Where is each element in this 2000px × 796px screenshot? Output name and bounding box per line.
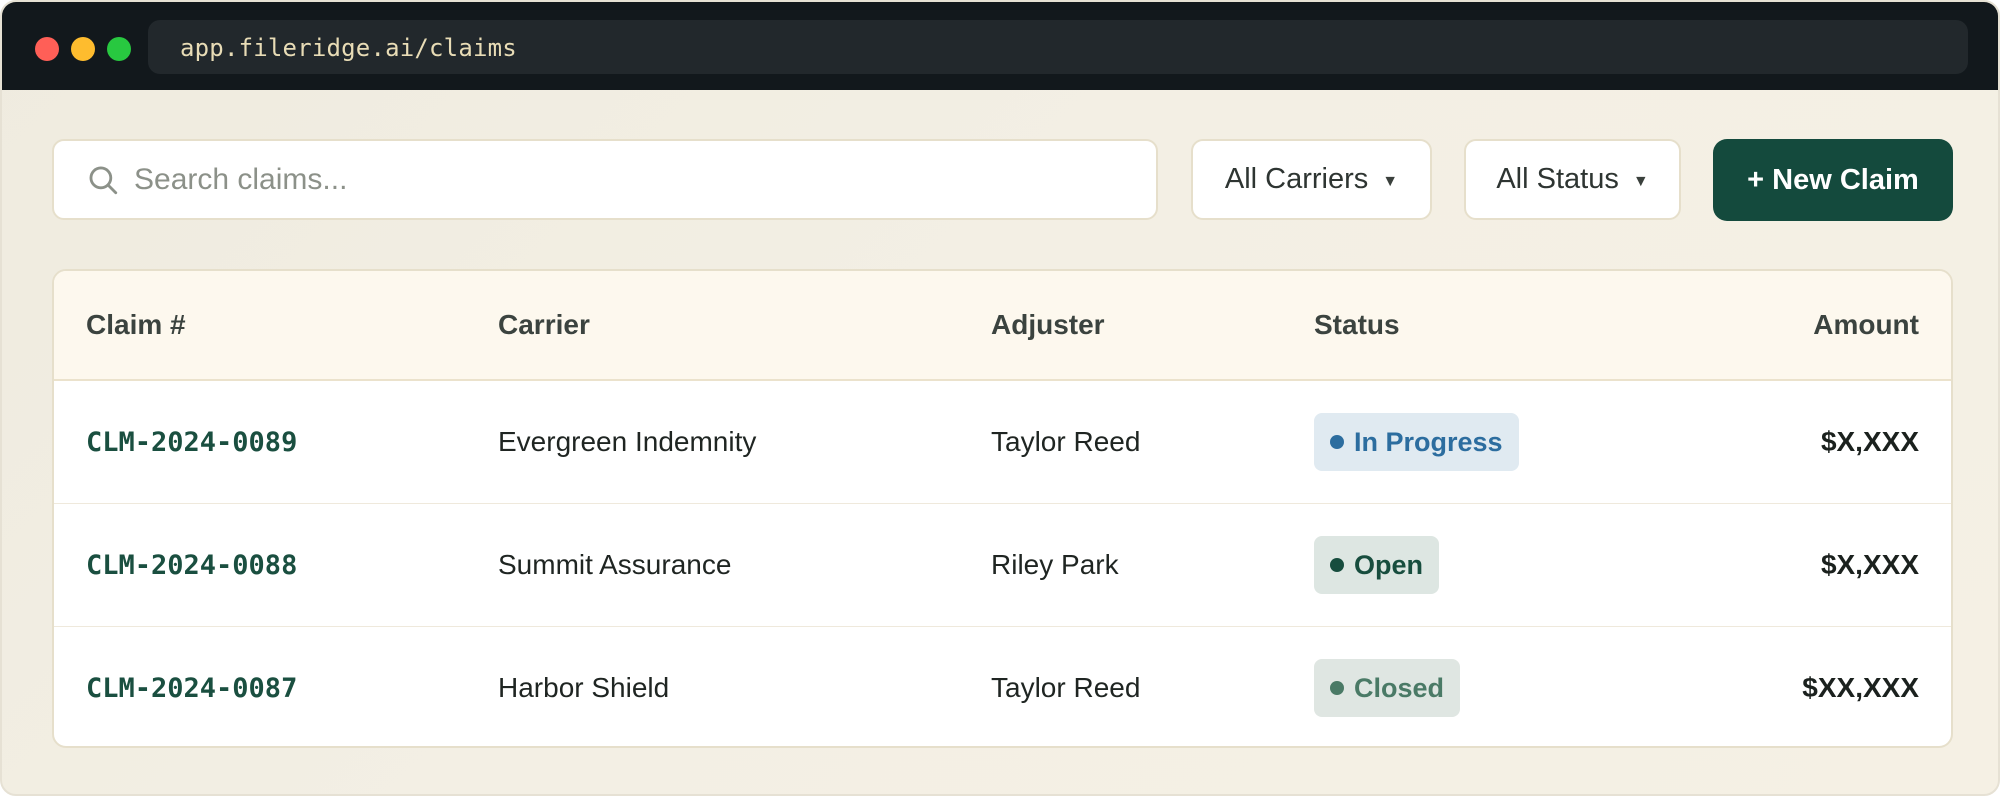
search-box[interactable] — [52, 139, 1158, 220]
status-filter-dropdown[interactable]: All Status ▼ — [1464, 139, 1681, 220]
status-badge-label: Open — [1354, 549, 1424, 580]
status-badge-label: In Progress — [1354, 426, 1503, 457]
close-window-button[interactable] — [35, 37, 59, 61]
column-header-adjuster[interactable]: Adjuster — [991, 309, 1105, 341]
carrier-cell: Evergreen Indemnity — [498, 426, 757, 457]
claim-number-link[interactable]: CLM-2024-0087 — [86, 673, 297, 704]
address-bar[interactable]: app.fileridge.ai/claims — [148, 20, 1968, 74]
browser-window: app.fileridge.ai/claims All Carriers ▼ A… — [0, 0, 2000, 796]
minimize-window-button[interactable] — [71, 37, 95, 61]
table-row[interactable]: CLM-2024-0088 Summit Assurance Riley Par… — [54, 504, 1951, 627]
status-badge: In Progress — [1314, 413, 1519, 471]
status-badge: Closed — [1314, 659, 1461, 717]
claims-table: Claim # Carrier Adjuster Status Amount C… — [52, 269, 1953, 748]
amount-cell: $XX,XXX — [1802, 672, 1919, 703]
carrier-cell: Harbor Shield — [498, 672, 670, 703]
chevron-down-icon: ▼ — [1382, 172, 1399, 190]
adjuster-cell: Taylor Reed — [991, 426, 1141, 457]
column-header-amount[interactable]: Amount — [1813, 309, 1919, 341]
claim-number-link[interactable]: CLM-2024-0088 — [86, 550, 297, 581]
column-header-status[interactable]: Status — [1314, 309, 1400, 341]
status-dot-icon — [1330, 435, 1344, 449]
status-dot-icon — [1330, 681, 1344, 695]
status-dot-icon — [1330, 558, 1344, 572]
status-badge-label: Closed — [1354, 672, 1445, 703]
carrier-filter-label: All Carriers — [1224, 163, 1369, 195]
table-row[interactable]: CLM-2024-0089 Evergreen Indemnity Taylor… — [54, 381, 1951, 504]
browser-titlebar: app.fileridge.ai/claims — [2, 2, 1998, 90]
carrier-cell: Summit Assurance — [498, 549, 732, 580]
maximize-window-button[interactable] — [107, 37, 131, 61]
search-icon — [89, 166, 118, 195]
table-row[interactable]: CLM-2024-0087 Harbor Shield Taylor Reed … — [54, 627, 1951, 746]
status-filter-label: All Status — [1496, 163, 1619, 195]
adjuster-cell: Taylor Reed — [991, 672, 1141, 703]
amount-cell: $X,XXX — [1820, 549, 1919, 580]
adjuster-cell: Riley Park — [991, 549, 1119, 580]
table-header: Claim # Carrier Adjuster Status Amount — [54, 271, 1951, 381]
column-header-carrier[interactable]: Carrier — [498, 309, 590, 341]
status-badge: Open — [1314, 536, 1440, 594]
url-text: app.fileridge.ai/claims — [180, 34, 517, 62]
search-input[interactable] — [134, 155, 1114, 205]
chevron-down-icon: ▼ — [1632, 172, 1649, 190]
column-header-claim[interactable]: Claim # — [86, 309, 186, 341]
claim-number-link[interactable]: CLM-2024-0089 — [86, 427, 297, 458]
amount-cell: $X,XXX — [1820, 426, 1919, 457]
new-claim-button[interactable]: + New Claim — [1713, 139, 1953, 221]
carrier-filter-dropdown[interactable]: All Carriers ▼ — [1191, 139, 1432, 220]
